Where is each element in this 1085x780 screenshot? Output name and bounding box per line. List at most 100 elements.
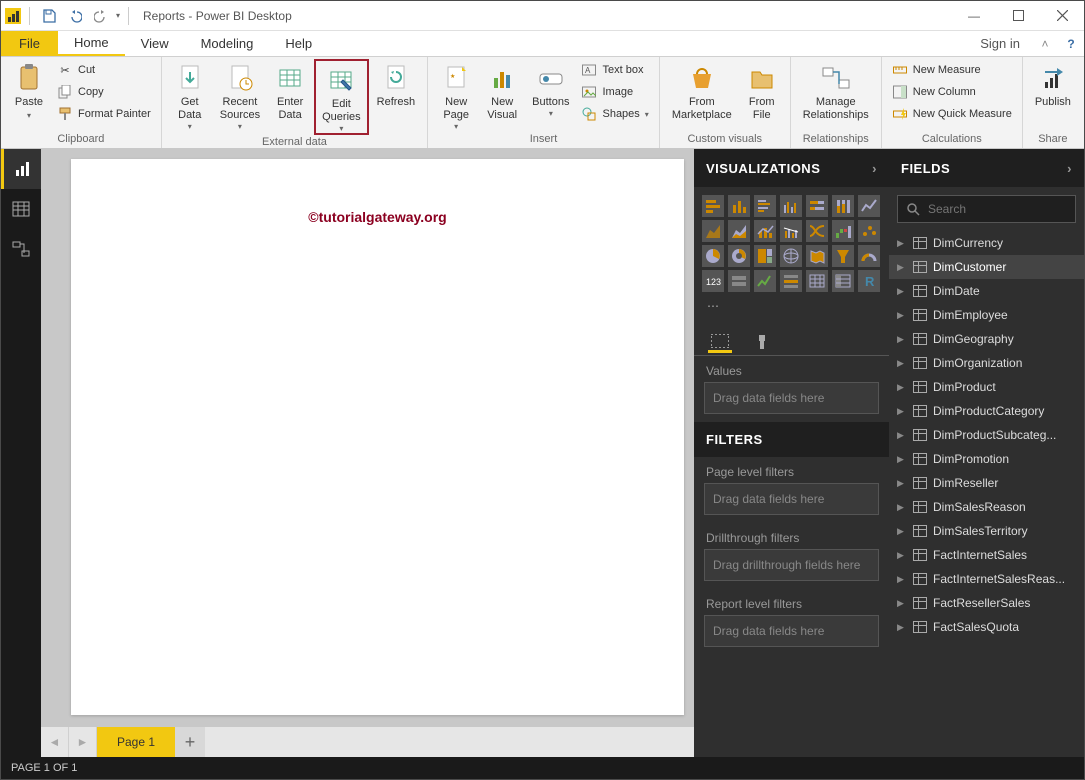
page-next-button[interactable]: ► — [69, 727, 97, 757]
tab-modeling[interactable]: Modeling — [185, 31, 270, 56]
tab-view[interactable]: View — [125, 31, 185, 56]
new-measure-button[interactable]: New Measure — [888, 59, 1016, 81]
field-item[interactable]: ▶DimProduct — [889, 375, 1084, 399]
viz-donut[interactable] — [728, 245, 750, 267]
recent-sources-button[interactable]: Recent Sources▾ — [214, 59, 266, 131]
paste-button[interactable]: Paste▾ — [7, 59, 51, 122]
get-data-button[interactable]: Get Data▾ — [168, 59, 212, 131]
viz-clustered-bar[interactable] — [754, 195, 776, 217]
edit-queries-button[interactable]: Edit Queries▾ — [314, 59, 369, 135]
collapse-ribbon-icon[interactable]: ˄ — [1032, 31, 1058, 56]
field-item[interactable]: ▶DimDate — [889, 279, 1084, 303]
new-visual-button[interactable]: New Visual — [480, 59, 524, 122]
viz-slicer[interactable] — [780, 270, 802, 292]
help-icon[interactable]: ? — [1058, 31, 1084, 56]
data-view-button[interactable] — [1, 189, 41, 229]
viz-map[interactable] — [780, 245, 802, 267]
field-item[interactable]: ▶DimPromotion — [889, 447, 1084, 471]
field-item[interactable]: ▶DimGeography — [889, 327, 1084, 351]
field-item[interactable]: ▶DimEmployee — [889, 303, 1084, 327]
field-item[interactable]: ▶DimCurrency — [889, 231, 1084, 255]
field-item[interactable]: ▶DimSalesTerritory — [889, 519, 1084, 543]
page-tab[interactable]: Page 1 — [97, 727, 175, 757]
field-item[interactable]: ▶FactSalesQuota — [889, 615, 1084, 639]
field-item[interactable]: ▶DimProductCategory — [889, 399, 1084, 423]
viz-clustered-column[interactable] — [780, 195, 802, 217]
enter-data-button[interactable]: Enter Data — [268, 59, 312, 122]
report-view-button[interactable] — [1, 149, 41, 189]
new-page-button[interactable]: ★New Page▾ — [434, 59, 478, 131]
text-box-button[interactable]: AText box — [577, 59, 652, 81]
viz-funnel[interactable] — [832, 245, 854, 267]
field-item[interactable]: ▶DimProductSubcateg... — [889, 423, 1084, 447]
viz-gauge[interactable] — [858, 245, 880, 267]
field-item[interactable]: ▶DimOrganization — [889, 351, 1084, 375]
add-page-button[interactable]: + — [175, 727, 205, 757]
minimize-button[interactable]: ― — [952, 1, 996, 31]
close-button[interactable] — [1040, 1, 1084, 31]
save-icon[interactable] — [38, 5, 60, 27]
redo-icon[interactable] — [90, 5, 112, 27]
viz-100-bar[interactable] — [806, 195, 828, 217]
values-drop[interactable]: Drag data fields here — [704, 382, 879, 414]
fields-tab[interactable] — [708, 331, 732, 353]
viz-matrix[interactable] — [832, 270, 854, 292]
viz-kpi[interactable] — [754, 270, 776, 292]
viz-line[interactable] — [858, 195, 880, 217]
viz-table[interactable] — [806, 270, 828, 292]
viz-stacked-bar[interactable] — [702, 195, 724, 217]
field-item[interactable]: ▶DimReseller — [889, 471, 1084, 495]
copy-button[interactable]: Copy — [53, 81, 155, 103]
viz-scatter[interactable] — [858, 220, 880, 242]
field-item[interactable]: ▶FactInternetSales — [889, 543, 1084, 567]
fields-panel-header[interactable]: FIELDS› — [889, 149, 1084, 187]
buttons-button[interactable]: Buttons▾ — [526, 59, 575, 118]
image-button[interactable]: Image — [577, 81, 652, 103]
cut-button[interactable]: ✂Cut — [53, 59, 155, 81]
sign-in-link[interactable]: Sign in — [968, 31, 1032, 56]
maximize-button[interactable] — [996, 1, 1040, 31]
viz-r-script[interactable]: R — [858, 270, 880, 292]
viz-panel-header[interactable]: VISUALIZATIONS› — [694, 149, 889, 187]
viz-stacked-area[interactable] — [728, 220, 750, 242]
new-quick-measure-button[interactable]: New Quick Measure — [888, 103, 1016, 125]
page-filters-drop[interactable]: Drag data fields here — [704, 483, 879, 515]
model-view-button[interactable] — [1, 229, 41, 269]
from-marketplace-button[interactable]: From Marketplace — [666, 59, 738, 122]
format-tab[interactable] — [750, 331, 774, 353]
format-painter-button[interactable]: Format Painter — [53, 103, 155, 125]
from-file-button[interactable]: From File — [740, 59, 784, 122]
viz-ribbon[interactable] — [806, 220, 828, 242]
viz-treemap[interactable] — [754, 245, 776, 267]
drill-filters-drop[interactable]: Drag drillthrough fields here — [704, 549, 879, 581]
field-item[interactable]: ▶FactInternetSalesReas... — [889, 567, 1084, 591]
new-column-button[interactable]: New Column — [888, 81, 1016, 103]
viz-filled-map[interactable] — [806, 245, 828, 267]
field-item[interactable]: ▶DimCustomer — [889, 255, 1084, 279]
tab-file[interactable]: File — [1, 31, 58, 56]
page-prev-button[interactable]: ◄ — [41, 727, 69, 757]
fields-search-input[interactable] — [928, 202, 1083, 216]
viz-line-clustered[interactable] — [780, 220, 802, 242]
fields-search[interactable] — [897, 195, 1076, 223]
viz-stacked-column[interactable] — [728, 195, 750, 217]
viz-card[interactable]: 123 — [702, 270, 724, 292]
tab-help[interactable]: Help — [269, 31, 328, 56]
viz-line-column[interactable] — [754, 220, 776, 242]
viz-multi-card[interactable] — [728, 270, 750, 292]
shapes-button[interactable]: Shapes ▾ — [577, 103, 652, 125]
report-canvas[interactable]: ©tutorialgateway.org — [71, 159, 684, 715]
viz-more[interactable]: ⋯ — [702, 295, 724, 317]
viz-area[interactable] — [702, 220, 724, 242]
viz-waterfall[interactable] — [832, 220, 854, 242]
tab-home[interactable]: Home — [58, 31, 125, 56]
publish-button[interactable]: Publish — [1029, 59, 1077, 109]
viz-pie[interactable] — [702, 245, 724, 267]
field-item[interactable]: ▶DimSalesReason — [889, 495, 1084, 519]
field-item[interactable]: ▶FactResellerSales — [889, 591, 1084, 615]
manage-relationships-button[interactable]: Manage Relationships — [797, 59, 875, 122]
undo-icon[interactable] — [64, 5, 86, 27]
report-filters-drop[interactable]: Drag data fields here — [704, 615, 879, 647]
refresh-button[interactable]: Refresh — [371, 59, 422, 109]
viz-100-column[interactable] — [832, 195, 854, 217]
